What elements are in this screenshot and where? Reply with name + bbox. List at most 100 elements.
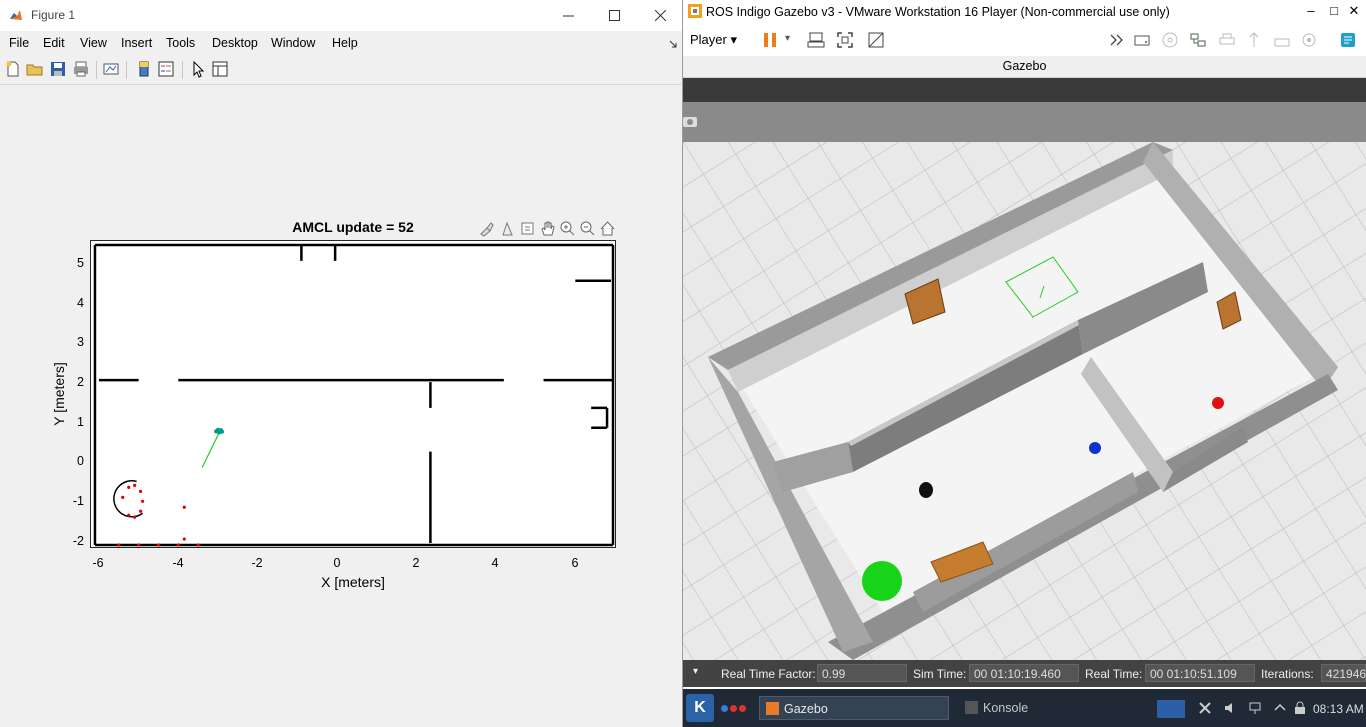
lock-icon[interactable] bbox=[1293, 701, 1307, 715]
printer-icon[interactable] bbox=[1218, 31, 1236, 49]
gazebo-toolbar bbox=[683, 102, 1366, 142]
amcl-particle bbox=[214, 429, 219, 434]
laser-scan-point bbox=[137, 543, 141, 547]
maximize-icon bbox=[608, 10, 620, 21]
send-ctrl-alt-del-icon[interactable] bbox=[807, 31, 825, 49]
menu-desktop[interactable]: Desktop bbox=[212, 36, 258, 50]
real-time-value: 00 01:10:51.109 bbox=[1145, 664, 1255, 682]
blue-ball bbox=[1089, 442, 1101, 454]
vmware-window: ROS Indigo Gazebo v3 - VMware Workstatio… bbox=[683, 0, 1366, 727]
menu-view[interactable]: View bbox=[80, 36, 107, 50]
zoom-in-icon[interactable] bbox=[559, 220, 576, 237]
menu-help[interactable]: Help bbox=[332, 36, 358, 50]
legend-icon[interactable] bbox=[157, 60, 175, 78]
kde-menu-button[interactable]: K bbox=[686, 694, 714, 722]
pointer-icon[interactable] bbox=[189, 60, 207, 78]
plot-axes[interactable] bbox=[90, 240, 616, 548]
laser-scan-point bbox=[139, 509, 143, 513]
iterations-label: Iterations: bbox=[1261, 667, 1314, 681]
export-icon[interactable] bbox=[519, 220, 536, 237]
vmware-titlebar[interactable]: ROS Indigo Gazebo v3 - VMware Workstatio… bbox=[683, 0, 1366, 24]
vmware-toolbar: Player ▾ ▾ bbox=[683, 24, 1366, 56]
vm-close-button[interactable]: ✕ bbox=[1343, 3, 1365, 21]
y-tick-label: 0 bbox=[77, 454, 84, 468]
desktop-preview-icon[interactable] bbox=[1157, 700, 1185, 718]
new-figure-icon[interactable] bbox=[4, 60, 22, 78]
menu-file[interactable]: File bbox=[9, 36, 29, 50]
maximize-button[interactable] bbox=[591, 0, 637, 31]
network-tray-icon[interactable] bbox=[1248, 701, 1262, 715]
pause-icon[interactable] bbox=[761, 31, 779, 49]
zoom-out-icon[interactable] bbox=[579, 220, 596, 237]
gazebo-window-title: Gazebo bbox=[683, 56, 1366, 78]
x-tick-label: -4 bbox=[172, 556, 184, 570]
save-icon[interactable] bbox=[49, 60, 67, 78]
y-tick-label: 4 bbox=[77, 296, 84, 310]
map-plot bbox=[93, 243, 615, 547]
minimize-button[interactable] bbox=[545, 0, 591, 31]
close-icon bbox=[654, 10, 666, 21]
usb-icon[interactable] bbox=[1245, 31, 1263, 49]
y-axis-label: Y [meters] bbox=[51, 362, 67, 426]
sound-card-icon[interactable] bbox=[1273, 31, 1291, 49]
data-tips-icon[interactable] bbox=[499, 220, 516, 237]
pager-dot[interactable] bbox=[721, 705, 728, 712]
laser-scan-point bbox=[141, 499, 145, 503]
pager-dot[interactable] bbox=[739, 705, 746, 712]
gazebo-3d-scene[interactable] bbox=[683, 142, 1366, 660]
player-menu-button[interactable]: Player ▾ bbox=[690, 32, 737, 48]
menu-insert[interactable]: Insert bbox=[121, 36, 152, 50]
clock: 08:13 AM bbox=[1313, 702, 1364, 716]
message-log-icon[interactable] bbox=[1339, 31, 1357, 49]
home-icon[interactable] bbox=[599, 220, 616, 237]
pan-icon[interactable] bbox=[539, 220, 556, 237]
print-icon[interactable] bbox=[72, 60, 90, 78]
chevron-down-icon[interactable]: ▾ bbox=[785, 33, 790, 44]
network-icon[interactable] bbox=[1189, 31, 1207, 49]
open-file-icon[interactable] bbox=[26, 60, 44, 78]
gazebo-menubar bbox=[683, 78, 1366, 102]
link-plot-icon[interactable] bbox=[102, 60, 120, 78]
figure-titlebar[interactable]: Figure 1 bbox=[0, 0, 683, 31]
x-tick-label: 2 bbox=[412, 556, 420, 570]
camera-device-icon[interactable] bbox=[1300, 31, 1318, 49]
klipper-icon[interactable] bbox=[1198, 701, 1212, 715]
menu-window[interactable]: Window bbox=[271, 36, 315, 50]
task-gazebo[interactable]: Gazebo bbox=[759, 696, 949, 720]
chevron-down-icon[interactable]: ▾ bbox=[693, 666, 698, 677]
volume-icon[interactable] bbox=[1223, 701, 1237, 715]
y-tick-label: -1 bbox=[72, 494, 84, 508]
sim-time-label: Sim Time: bbox=[913, 667, 967, 681]
y-tick-label: 5 bbox=[77, 256, 84, 270]
plot-title: AMCL update = 52 bbox=[292, 219, 414, 235]
close-button[interactable] bbox=[637, 0, 683, 31]
tray-arrow-icon[interactable] bbox=[1273, 701, 1287, 715]
laser-scan-point bbox=[133, 483, 137, 488]
x-tick-label: -6 bbox=[92, 556, 104, 570]
task-konsole[interactable]: Konsole bbox=[959, 696, 1123, 720]
laser-scan-point bbox=[127, 485, 131, 489]
fullscreen-icon[interactable] bbox=[836, 31, 854, 49]
colorbar-icon[interactable] bbox=[135, 60, 153, 78]
vm-maximize-button[interactable]: □ bbox=[1323, 3, 1345, 21]
unity-icon[interactable] bbox=[867, 31, 885, 49]
menu-edit[interactable]: Edit bbox=[43, 36, 65, 50]
hard-disk-icon[interactable] bbox=[1133, 31, 1151, 49]
x-tick-label: 4 bbox=[491, 556, 499, 570]
brush-icon[interactable] bbox=[478, 220, 495, 237]
dock-arrow-icon[interactable] bbox=[669, 40, 677, 48]
cd-icon[interactable] bbox=[1161, 31, 1179, 49]
vmware-title: ROS Indigo Gazebo v3 - VMware Workstatio… bbox=[706, 5, 1170, 19]
menu-tools[interactable]: Tools bbox=[166, 36, 195, 50]
pager-dot[interactable] bbox=[730, 705, 737, 712]
gazebo-app-icon bbox=[766, 702, 779, 715]
toolbar-separator bbox=[182, 61, 183, 79]
property-inspector-icon[interactable] bbox=[211, 60, 229, 78]
vm-minimize-button[interactable]: – bbox=[1300, 3, 1322, 21]
more-devices-icon[interactable] bbox=[1108, 31, 1126, 49]
green-ball bbox=[862, 561, 902, 601]
screenshot-camera-icon[interactable] bbox=[683, 114, 699, 130]
task-gazebo-label: Gazebo bbox=[784, 702, 828, 716]
laser-scan-point bbox=[127, 513, 131, 517]
rtf-label: Real Time Factor: bbox=[721, 667, 816, 681]
